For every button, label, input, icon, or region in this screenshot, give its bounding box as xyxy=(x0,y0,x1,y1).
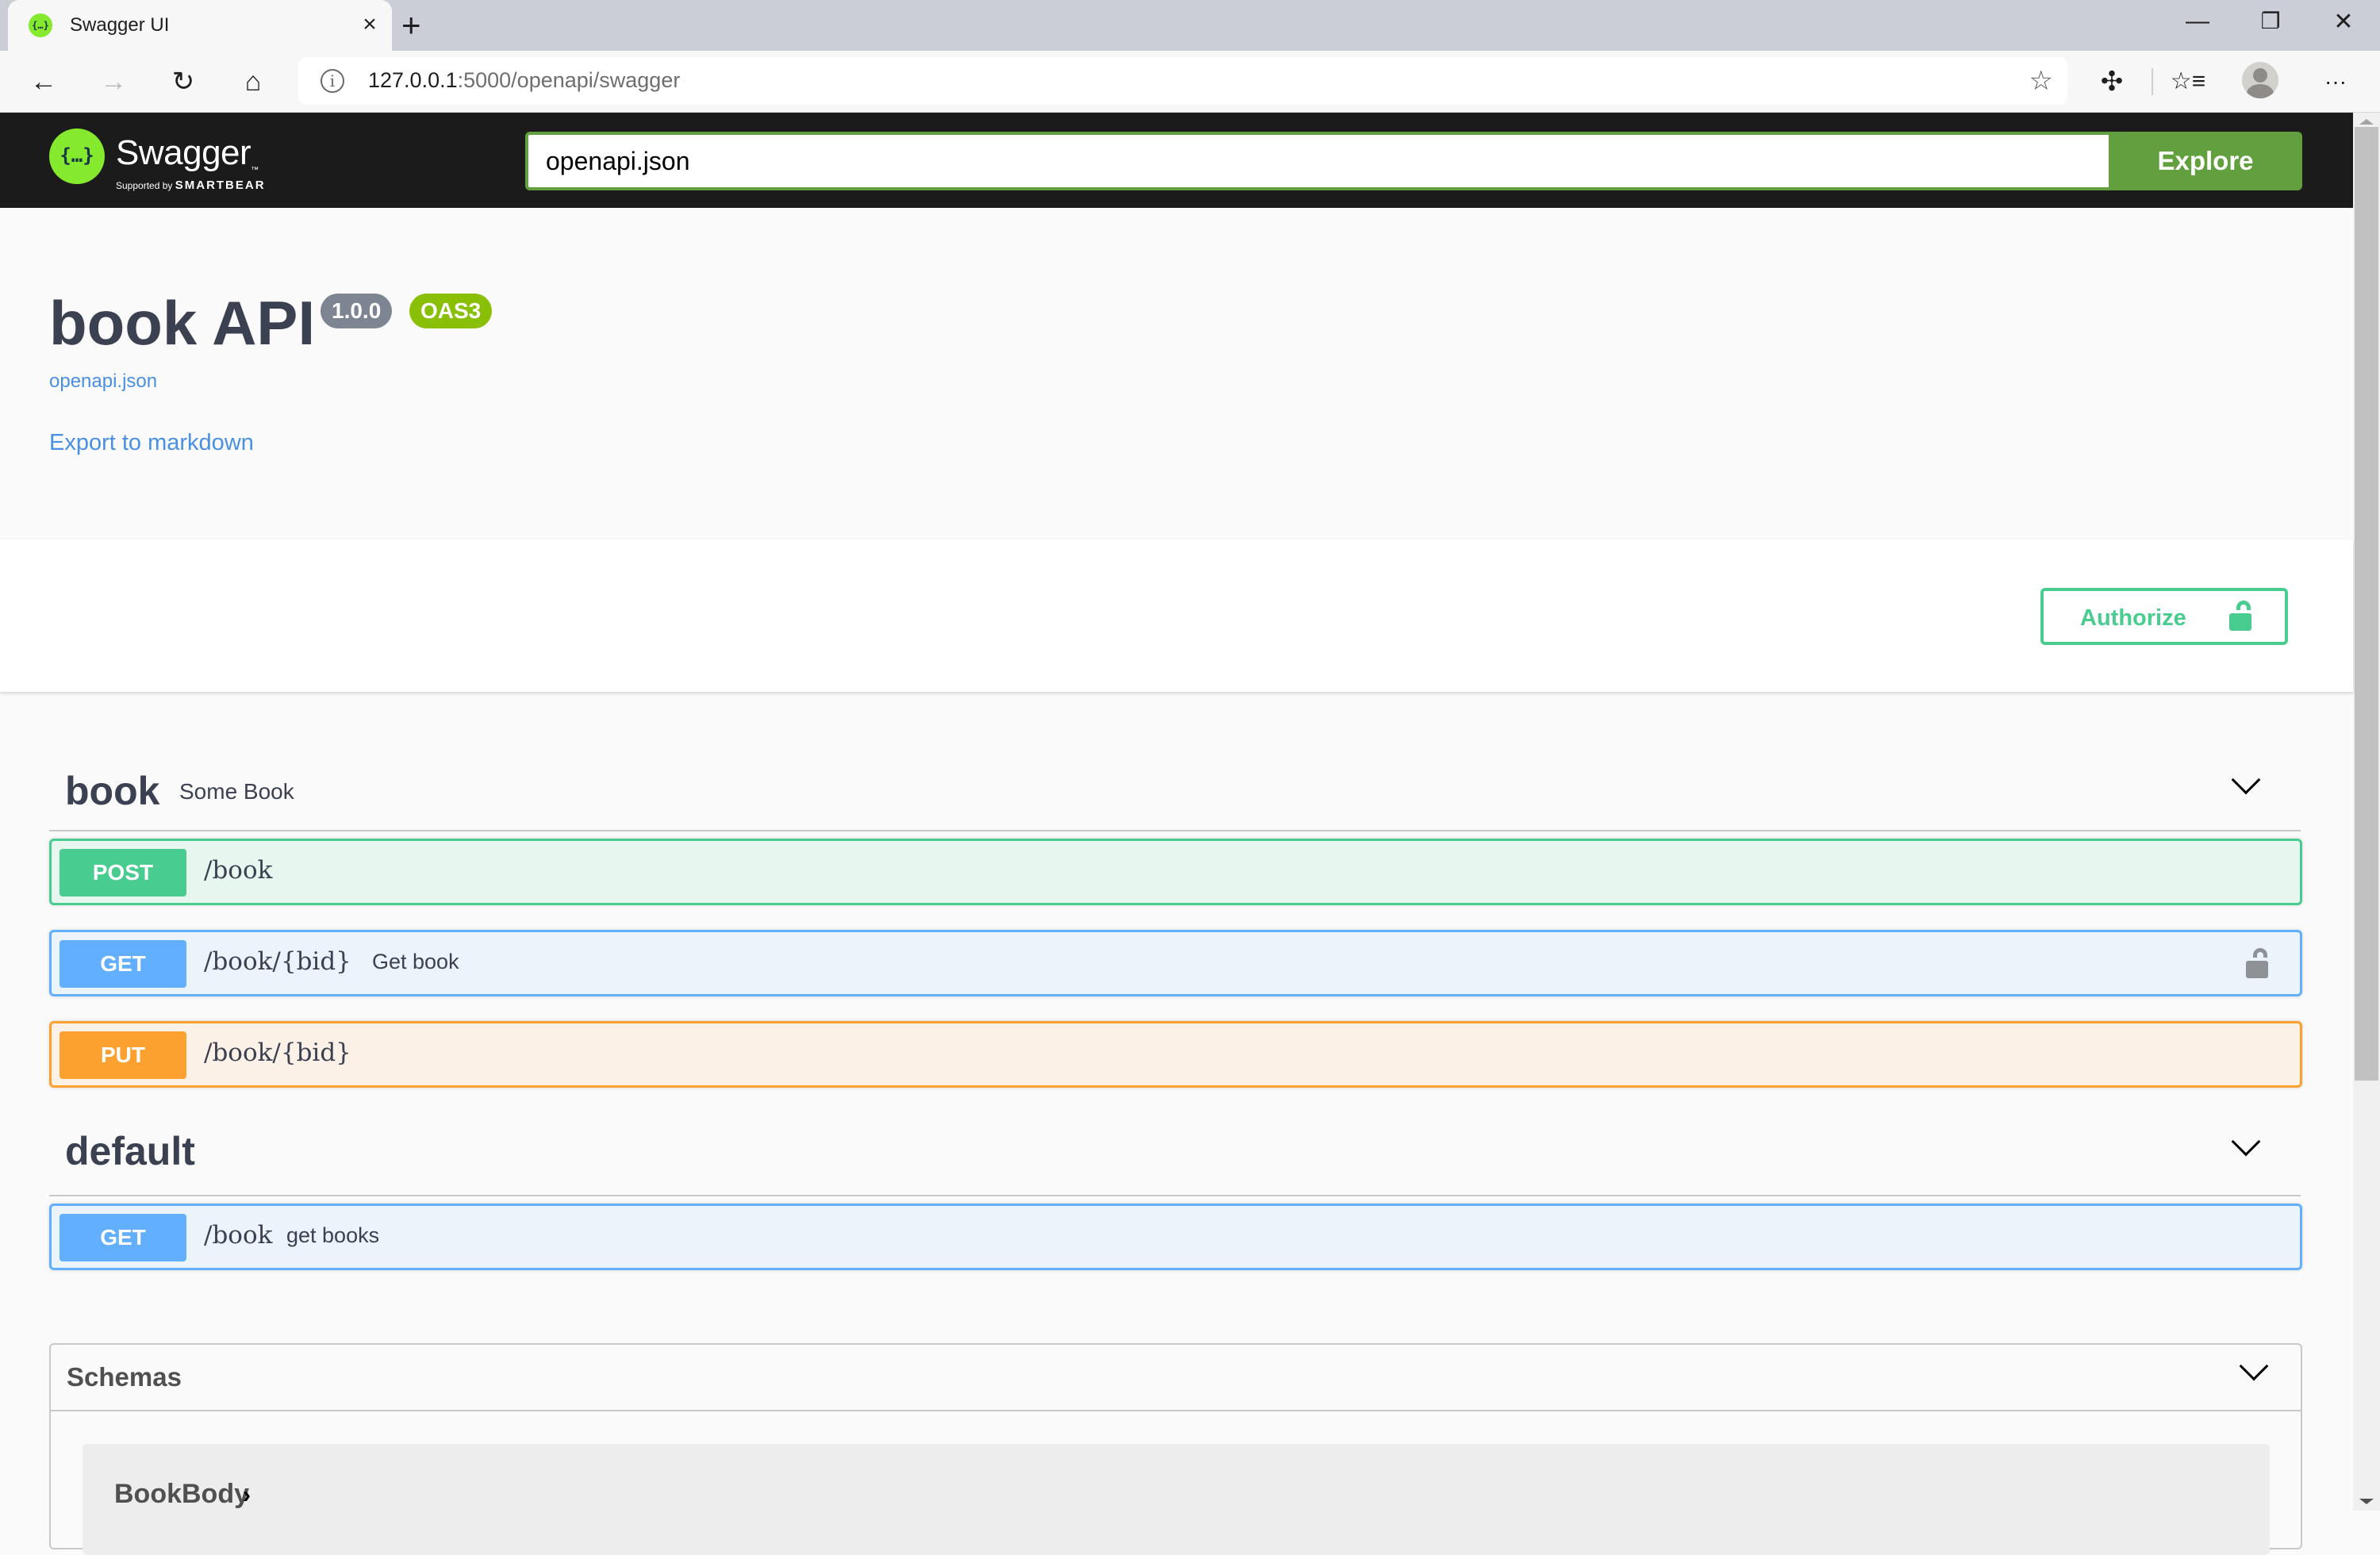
model-name: BookBody xyxy=(114,1479,249,1509)
authorize-button[interactable]: Authorize xyxy=(2040,588,2288,645)
chevron-down-icon[interactable] xyxy=(2231,765,2261,795)
browser-tab-bar: {…} Swagger UI × + — ❐ ✕ xyxy=(0,0,2380,51)
url-path: :5000/openapi/swagger xyxy=(457,68,681,92)
browser-toolbar: ← → ↻ ⌂ i 127.0.0.1:5000/openapi/swagger… xyxy=(0,51,2380,113)
scrollbar-thumb[interactable] xyxy=(2355,127,2378,1081)
add-favorite-icon[interactable]: ☆ xyxy=(2029,65,2053,97)
new-tab-button[interactable]: + xyxy=(401,6,421,44)
site-info-icon[interactable]: i xyxy=(321,69,344,93)
chevron-down-icon[interactable] xyxy=(2231,1127,2261,1157)
explore-button[interactable]: Explore xyxy=(2109,132,2302,190)
address-bar[interactable]: i 127.0.0.1:5000/openapi/swagger ☆ xyxy=(298,57,2067,105)
page-scrollbar[interactable] xyxy=(2353,113,2380,1511)
api-title: book API xyxy=(49,288,316,358)
logo-sub-prefix: Supported by xyxy=(116,180,173,191)
restore-icon[interactable]: ❐ xyxy=(2247,8,2294,34)
tag-name: default xyxy=(65,1129,195,1173)
operation-get-book-bid[interactable]: GET /book/{bid} Get book xyxy=(49,930,2302,996)
back-icon[interactable]: ← xyxy=(24,62,63,102)
authorize-label: Authorize xyxy=(2080,605,2186,631)
unlocked-icon xyxy=(2229,601,2251,631)
browser-tab[interactable]: {…} Swagger UI × xyxy=(8,0,392,51)
operation-path: /book xyxy=(204,856,273,885)
minimize-icon[interactable]: — xyxy=(2174,8,2221,35)
schemas-title: Schemas xyxy=(67,1362,182,1392)
forward-icon[interactable]: → xyxy=(94,62,133,102)
oas-badge: OAS3 xyxy=(409,294,493,328)
avatar-body xyxy=(2247,84,2274,98)
url-text[interactable]: 127.0.0.1:5000/openapi/swagger xyxy=(368,68,680,93)
scheme-container: Authorize xyxy=(0,539,2353,692)
chevron-right-icon[interactable]: › xyxy=(243,1482,251,1509)
logo-wordmark: Swagger xyxy=(116,133,251,172)
operation-post-book[interactable]: POST /book xyxy=(49,839,2302,905)
tag-header-book[interactable]: book Some Book xyxy=(49,746,2301,831)
scroll-up-arrow-icon[interactable] xyxy=(2359,119,2374,125)
close-window-icon[interactable]: ✕ xyxy=(2320,8,2367,36)
logo-trademark: ™ xyxy=(251,165,259,175)
model-bookbody[interactable]: BookBody › xyxy=(83,1444,2270,1555)
operation-get-book[interactable]: GET /book get books xyxy=(49,1204,2302,1270)
spec-link[interactable]: openapi.json xyxy=(49,371,157,393)
operation-path: /book/{bid} xyxy=(204,947,351,976)
method-badge: GET xyxy=(60,1214,186,1261)
spec-url-input[interactable] xyxy=(525,132,2112,190)
swagger-logo-text[interactable]: Swagger™ xyxy=(116,133,259,175)
operation-summary: get books xyxy=(286,1223,380,1247)
logo-subtitle: Supported by SMARTBEAR xyxy=(116,179,266,192)
extensions-icon[interactable]: ✣ xyxy=(2090,62,2134,102)
operation-path: /book/{bid} xyxy=(204,1039,351,1067)
schemas-header[interactable]: Schemas xyxy=(51,1345,2301,1411)
favorites-icon[interactable]: ☆≡ xyxy=(2166,62,2210,102)
operation-path: /book xyxy=(204,1221,273,1250)
schemas-section: Schemas BookBody › xyxy=(49,1343,2302,1555)
unlocked-icon[interactable] xyxy=(2246,948,2268,978)
swagger-topbar: {…} Swagger™ Supported by SMARTBEAR Expl… xyxy=(0,113,2353,208)
chevron-down-icon[interactable] xyxy=(2239,1351,2269,1381)
api-info-section: book API 1.0.0 OAS3 openapi.json Export … xyxy=(0,208,2353,539)
avatar-head xyxy=(2253,68,2267,83)
more-options-icon[interactable]: ··· xyxy=(2313,62,2358,102)
reload-icon[interactable]: ↻ xyxy=(163,62,203,102)
export-markdown-link[interactable]: Export to markdown xyxy=(49,430,254,456)
operation-summary: Get book xyxy=(372,950,459,973)
tab-close-icon[interactable]: × xyxy=(357,11,382,38)
operation-put-book-bid[interactable]: PUT /book/{bid} xyxy=(49,1021,2302,1088)
version-badge: 1.0.0 xyxy=(321,294,393,328)
url-host: 127.0.0.1 xyxy=(368,68,458,92)
home-icon[interactable]: ⌂ xyxy=(233,62,273,102)
method-badge: GET xyxy=(60,940,186,988)
scroll-down-arrow-icon[interactable] xyxy=(2359,1499,2374,1504)
toolbar-divider xyxy=(2152,68,2153,95)
swagger-logo-icon[interactable]: {…} xyxy=(49,129,105,184)
tag-header-default[interactable]: default xyxy=(49,1111,2301,1196)
tag-description: Some Book xyxy=(179,779,294,804)
method-badge: POST xyxy=(60,849,186,897)
method-badge: PUT xyxy=(60,1031,186,1079)
swagger-favicon-icon: {…} xyxy=(29,13,52,37)
tab-title: Swagger UI xyxy=(70,14,170,36)
tag-name: book xyxy=(65,769,160,813)
profile-avatar[interactable] xyxy=(2242,62,2278,98)
logo-sub-brand: SMARTBEAR xyxy=(175,179,266,192)
